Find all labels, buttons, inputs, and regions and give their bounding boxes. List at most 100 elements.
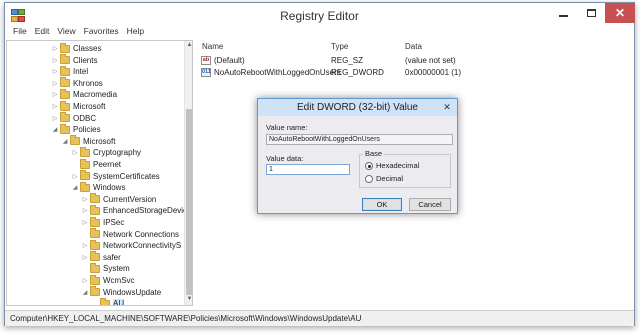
close-button[interactable]: ✕ [605, 3, 635, 23]
tree-node[interactable]: Network Connections [81, 228, 179, 240]
value-row-noautoreboot[interactable]: 011 NoAutoRebootWithLoggedOnUsers REG_DW… [195, 67, 634, 78]
column-header-type[interactable]: Type [331, 42, 348, 51]
collapsed-arrow-icon[interactable]: ▷ [51, 115, 59, 122]
value-data: (value not set) [405, 56, 456, 65]
value-row-default[interactable]: ab (Default) REG_SZ (value not set) [195, 55, 634, 66]
collapsed-arrow-icon[interactable]: ▷ [81, 242, 89, 249]
menu-help[interactable]: Help [127, 26, 144, 40]
expanded-arrow-icon[interactable]: ◢ [81, 289, 89, 296]
column-header-name[interactable]: Name [202, 42, 223, 51]
collapsed-arrow-icon[interactable]: ▷ [81, 196, 89, 203]
collapsed-arrow-icon[interactable]: ▷ [71, 173, 79, 180]
tree-node-label: Windows [93, 183, 126, 193]
value-data-label: Value data: [266, 154, 304, 163]
minimize-button[interactable] [549, 3, 577, 23]
value-type: REG_SZ [331, 56, 364, 65]
cancel-button[interactable]: Cancel [409, 198, 451, 211]
tree-node[interactable]: ▷ Intel [51, 65, 88, 77]
collapsed-arrow-icon[interactable]: ▷ [51, 103, 59, 110]
tree-node[interactable]: System [81, 262, 130, 274]
collapsed-arrow-icon[interactable]: ▷ [81, 207, 89, 214]
tree-node[interactable]: ◢ Policies [51, 123, 101, 135]
maximize-button[interactable] [577, 3, 605, 23]
tree-node-label: Clients [73, 55, 98, 65]
collapsed-arrow-icon[interactable]: ▷ [81, 254, 89, 261]
collapsed-arrow-icon[interactable]: ▷ [51, 91, 59, 98]
maximize-icon [586, 9, 596, 17]
scroll-down-icon[interactable]: ▼ [185, 296, 192, 302]
tree-node[interactable]: ▷ ODBC [51, 112, 96, 124]
tree-node[interactable]: ▷ Khronos [51, 77, 103, 89]
collapsed-arrow-icon[interactable]: ▷ [51, 45, 59, 52]
folder-icon [80, 170, 90, 181]
folder-icon [90, 216, 100, 227]
tree-node[interactable]: ▷ WcmSvc [81, 274, 135, 286]
folder-icon [60, 123, 70, 134]
tree-node[interactable]: ▷ Cryptography [71, 146, 141, 158]
tree-node[interactable]: ▷ IPSec [81, 216, 124, 228]
column-header-data[interactable]: Data [405, 42, 422, 51]
folder-icon [60, 88, 70, 99]
tree-node[interactable]: ◢ Windows [71, 181, 126, 193]
tree-scrollbar-thumb[interactable] [186, 109, 192, 295]
ok-button[interactable]: OK [362, 198, 402, 211]
menu-favorites[interactable]: Favorites [84, 26, 119, 40]
value-name-field[interactable]: NoAutoRebootWithLoggedOnUsers [266, 134, 453, 145]
value-name-label: Value name: [266, 123, 308, 132]
tree-node[interactable]: ▷ Macromedia [51, 88, 117, 100]
tree-node-label: CurrentVersion [103, 194, 157, 204]
tree-node[interactable]: ▷ Clients [51, 54, 98, 66]
tree-node[interactable]: ▷ NetworkConnectivityS [81, 239, 181, 251]
tree-node[interactable]: ◢ WindowsUpdate [81, 286, 162, 298]
menu-view[interactable]: View [57, 26, 75, 40]
tree-node[interactable]: ▷ SystemCertificates [71, 170, 160, 182]
tree-node[interactable]: ◢ Microsoft [61, 135, 115, 147]
dialog-close-icon[interactable]: ✕ [440, 102, 454, 114]
value-data-input[interactable]: 1 [266, 164, 350, 175]
folder-icon [80, 146, 90, 157]
menu-edit[interactable]: Edit [35, 26, 50, 40]
radio-hexadecimal-label: Hexadecimal [376, 161, 420, 170]
tree-node-label: safer [103, 252, 121, 262]
radio-selected-icon[interactable] [365, 161, 373, 170]
tree-node-label: WindowsUpdate [103, 287, 162, 297]
tree-node[interactable]: Peernet [71, 158, 121, 170]
dialog-title[interactable]: Edit DWORD (32-bit) Value [258, 99, 457, 116]
radio-decimal[interactable]: Decimal [365, 174, 403, 183]
tree-node[interactable]: ▷ EnhancedStorageDevic [81, 204, 187, 216]
collapsed-arrow-icon[interactable]: ▷ [51, 80, 59, 87]
tree-node-label: WcmSvc [103, 276, 135, 285]
tree-scrollbar[interactable]: ▲ ▼ [184, 41, 192, 305]
folder-icon [90, 228, 100, 239]
menu-file[interactable]: File [13, 26, 27, 40]
collapsed-arrow-icon[interactable]: ▷ [71, 149, 79, 156]
tree-node[interactable]: ▷ Microsoft [51, 100, 105, 112]
radio-unselected-icon[interactable] [365, 174, 373, 183]
base-label: Base [363, 149, 385, 158]
expanded-arrow-icon[interactable]: ◢ [61, 138, 69, 145]
collapsed-arrow-icon[interactable]: ▷ [51, 57, 59, 64]
radio-hexadecimal[interactable]: Hexadecimal [365, 161, 419, 170]
folder-icon [60, 112, 70, 123]
folder-icon [80, 181, 90, 192]
edit-dword-dialog: Edit DWORD (32-bit) Value ✕ Value name: … [257, 98, 458, 214]
folder-icon [60, 100, 70, 111]
registry-tree[interactable]: ▷ Classes ▷ Clients ▷ Intel ▷ Khronos ▷ Macromedi… [6, 40, 193, 306]
collapsed-arrow-icon[interactable]: ▷ [81, 219, 89, 226]
tree-node[interactable]: AU [91, 297, 125, 305]
scroll-up-icon[interactable]: ▲ [185, 42, 192, 48]
collapsed-arrow-icon[interactable]: ▷ [81, 277, 89, 284]
collapsed-arrow-icon[interactable]: ▷ [51, 68, 59, 75]
expanded-arrow-icon[interactable]: ◢ [51, 126, 59, 133]
folder-icon [90, 239, 100, 250]
folder-icon [60, 65, 70, 76]
folder-icon [90, 274, 100, 285]
window-title: Registry Editor [280, 9, 359, 23]
tree-node-label: AU [113, 299, 125, 305]
tree-node[interactable]: ▷ Classes [51, 42, 101, 54]
tree-node[interactable]: ▷ CurrentVersion [81, 193, 157, 205]
expanded-arrow-icon[interactable]: ◢ [71, 184, 79, 191]
tree-node-label: SystemCertificates [93, 171, 160, 181]
folder-icon [90, 251, 100, 262]
tree-node[interactable]: ▷ safer [81, 251, 121, 263]
